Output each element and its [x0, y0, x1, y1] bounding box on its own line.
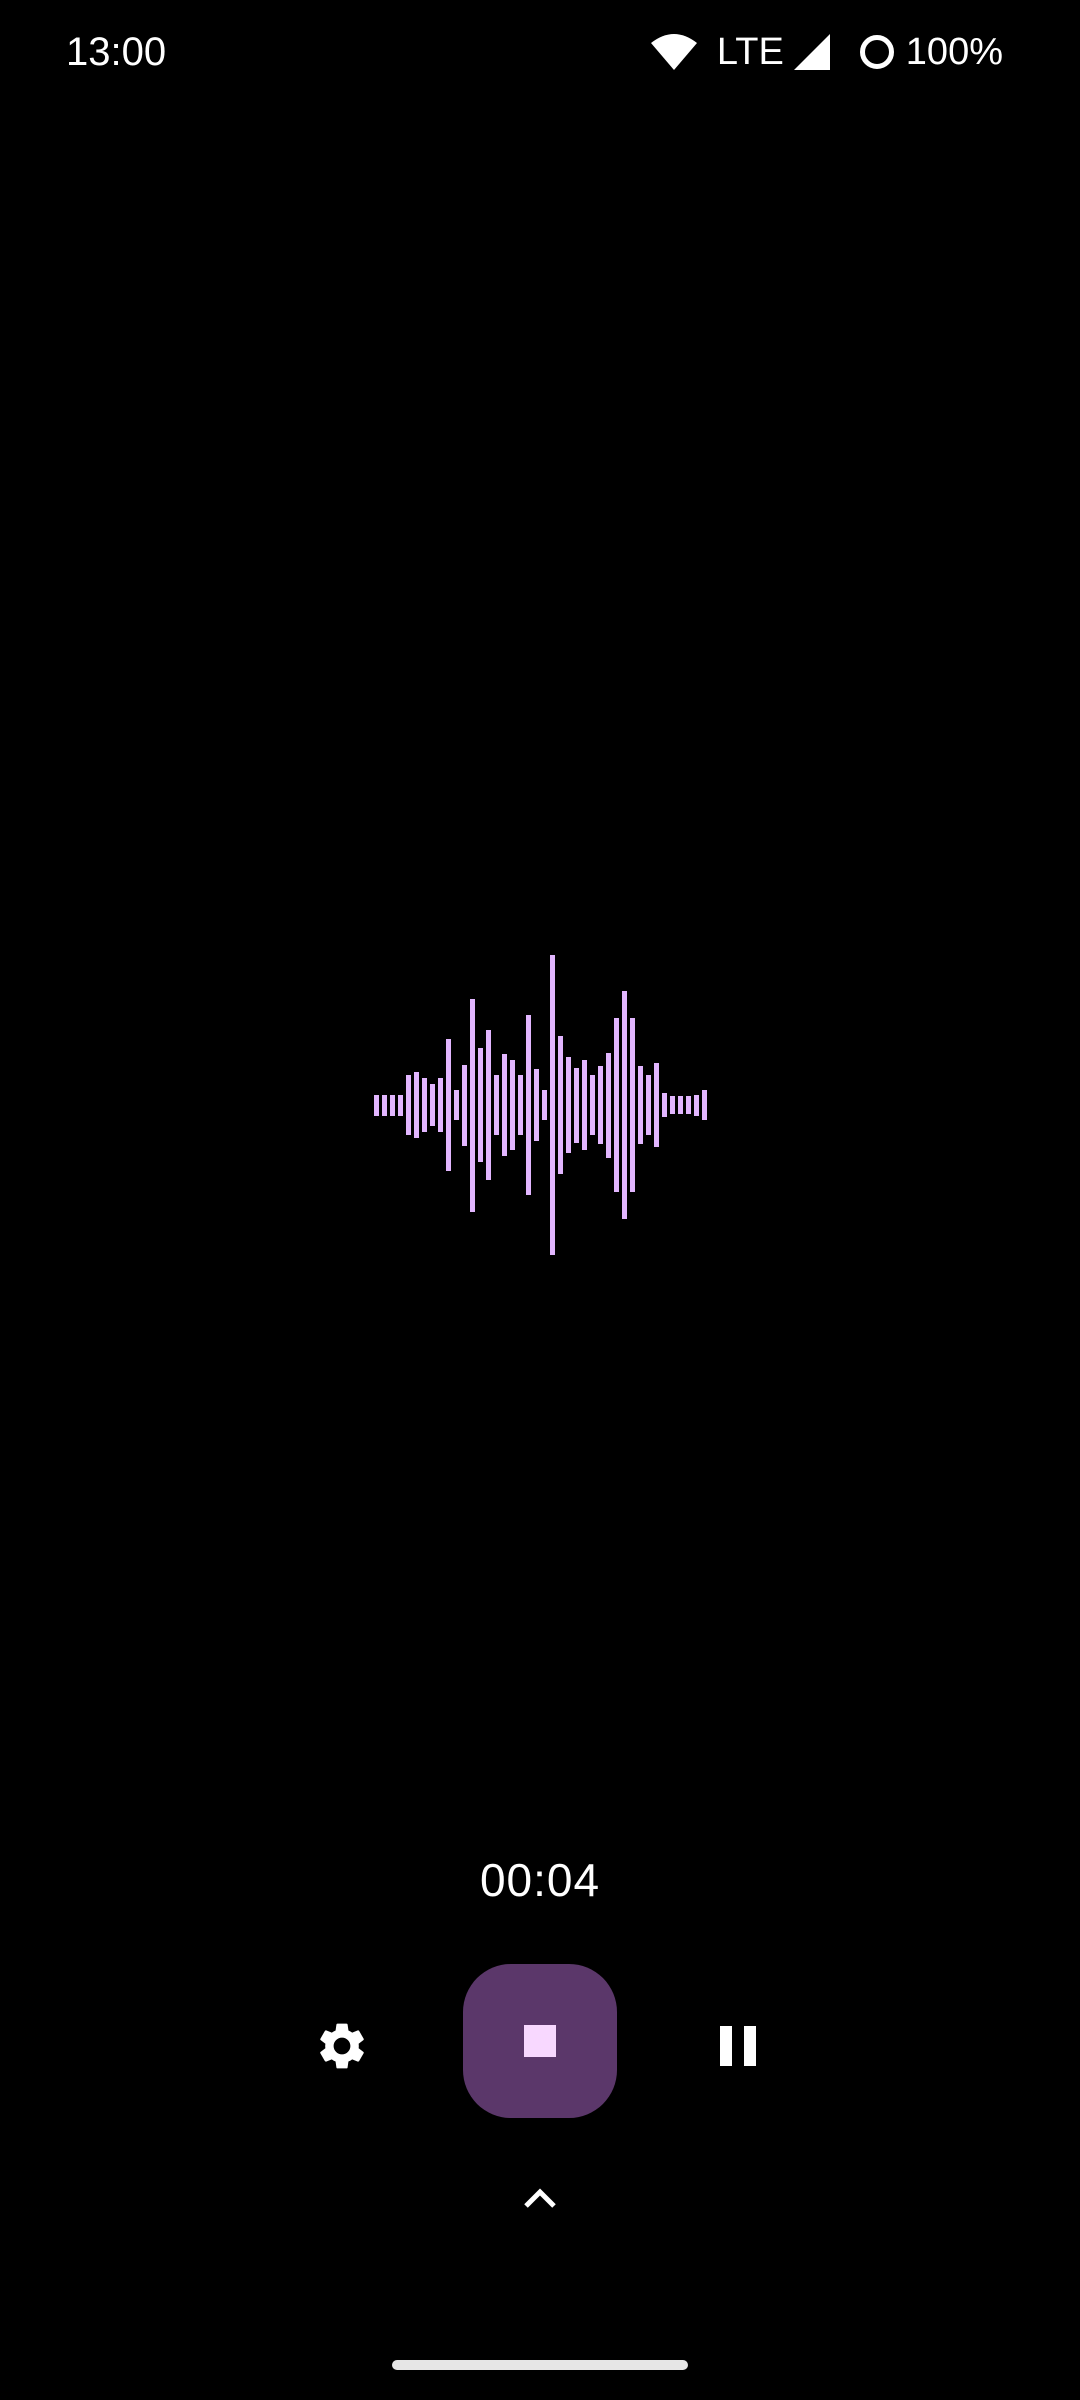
waveform-bar: [670, 1096, 675, 1114]
wifi-icon: [650, 34, 697, 70]
battery-icon: [859, 35, 894, 69]
pause-icon: [720, 2026, 756, 2066]
waveform-bar: [542, 1090, 547, 1120]
recording-timer: 00:04: [479, 1854, 601, 1906]
signal-icon: [793, 34, 830, 70]
audio-waveform: [0, 940, 1080, 1270]
waveform-bar: [550, 955, 555, 1255]
waveform-bar: [478, 1048, 483, 1162]
waveform-bar: [582, 1060, 587, 1150]
waveform-bar: [630, 1018, 635, 1192]
waveform-bar: [574, 1067, 579, 1143]
waveform-bar: [678, 1096, 683, 1114]
waveform-bar: [390, 1094, 395, 1116]
waveform-bar: [382, 1094, 387, 1116]
status-bar: 13:00 LTE 100%: [0, 0, 1080, 104]
battery-percentage: 100%: [905, 31, 1003, 73]
expand-button[interactable]: [500, 2166, 580, 2230]
waveform-bar: [622, 991, 627, 1219]
waveform-bar: [638, 1066, 643, 1144]
waveform-bar: [510, 1060, 515, 1150]
settings-button[interactable]: [292, 1996, 392, 2096]
waveform-bar: [374, 1094, 379, 1116]
waveform-bar: [590, 1075, 595, 1135]
waveform-bar: [462, 1064, 467, 1146]
waveform-bar: [406, 1075, 411, 1135]
waveform-bar: [454, 1090, 459, 1120]
waveform-bar: [526, 1015, 531, 1195]
waveform-bar: [694, 1094, 699, 1116]
waveform-bar: [518, 1075, 523, 1135]
waveform-bar: [534, 1069, 539, 1141]
gear-icon: [320, 2023, 364, 2069]
network-type-label: LTE: [716, 31, 784, 73]
status-icons: LTE 100%: [650, 26, 1003, 78]
waveform-bar: [702, 1090, 707, 1120]
home-indicator[interactable]: [392, 2360, 688, 2370]
chevron-up-icon: [524, 2188, 556, 2208]
waveform-bar: [502, 1054, 507, 1156]
waveform-bar: [606, 1052, 611, 1158]
waveform-bar: [470, 998, 475, 1212]
waveform-bar: [686, 1096, 691, 1114]
waveform-bar: [486, 1030, 491, 1180]
waveform-bar: [430, 1084, 435, 1126]
waveform-bar: [654, 1063, 659, 1147]
waveform-bar: [446, 1039, 451, 1171]
status-time: 13:00: [66, 30, 167, 74]
waveform-bar: [414, 1072, 419, 1138]
pause-button[interactable]: [688, 1996, 788, 2096]
waveform-bar: [566, 1057, 571, 1153]
waveform-bar: [646, 1075, 651, 1135]
stop-recording-button[interactable]: [463, 1964, 617, 2118]
waveform-bar: [398, 1094, 403, 1116]
waveform-bar: [558, 1036, 563, 1174]
waveform-bar: [598, 1066, 603, 1144]
waveform-bar: [422, 1078, 427, 1132]
stop-icon: [524, 2025, 556, 2057]
waveform-bar: [614, 1018, 619, 1192]
waveform-bar: [662, 1093, 667, 1117]
waveform-bar: [494, 1075, 499, 1135]
waveform-bar: [438, 1078, 443, 1132]
